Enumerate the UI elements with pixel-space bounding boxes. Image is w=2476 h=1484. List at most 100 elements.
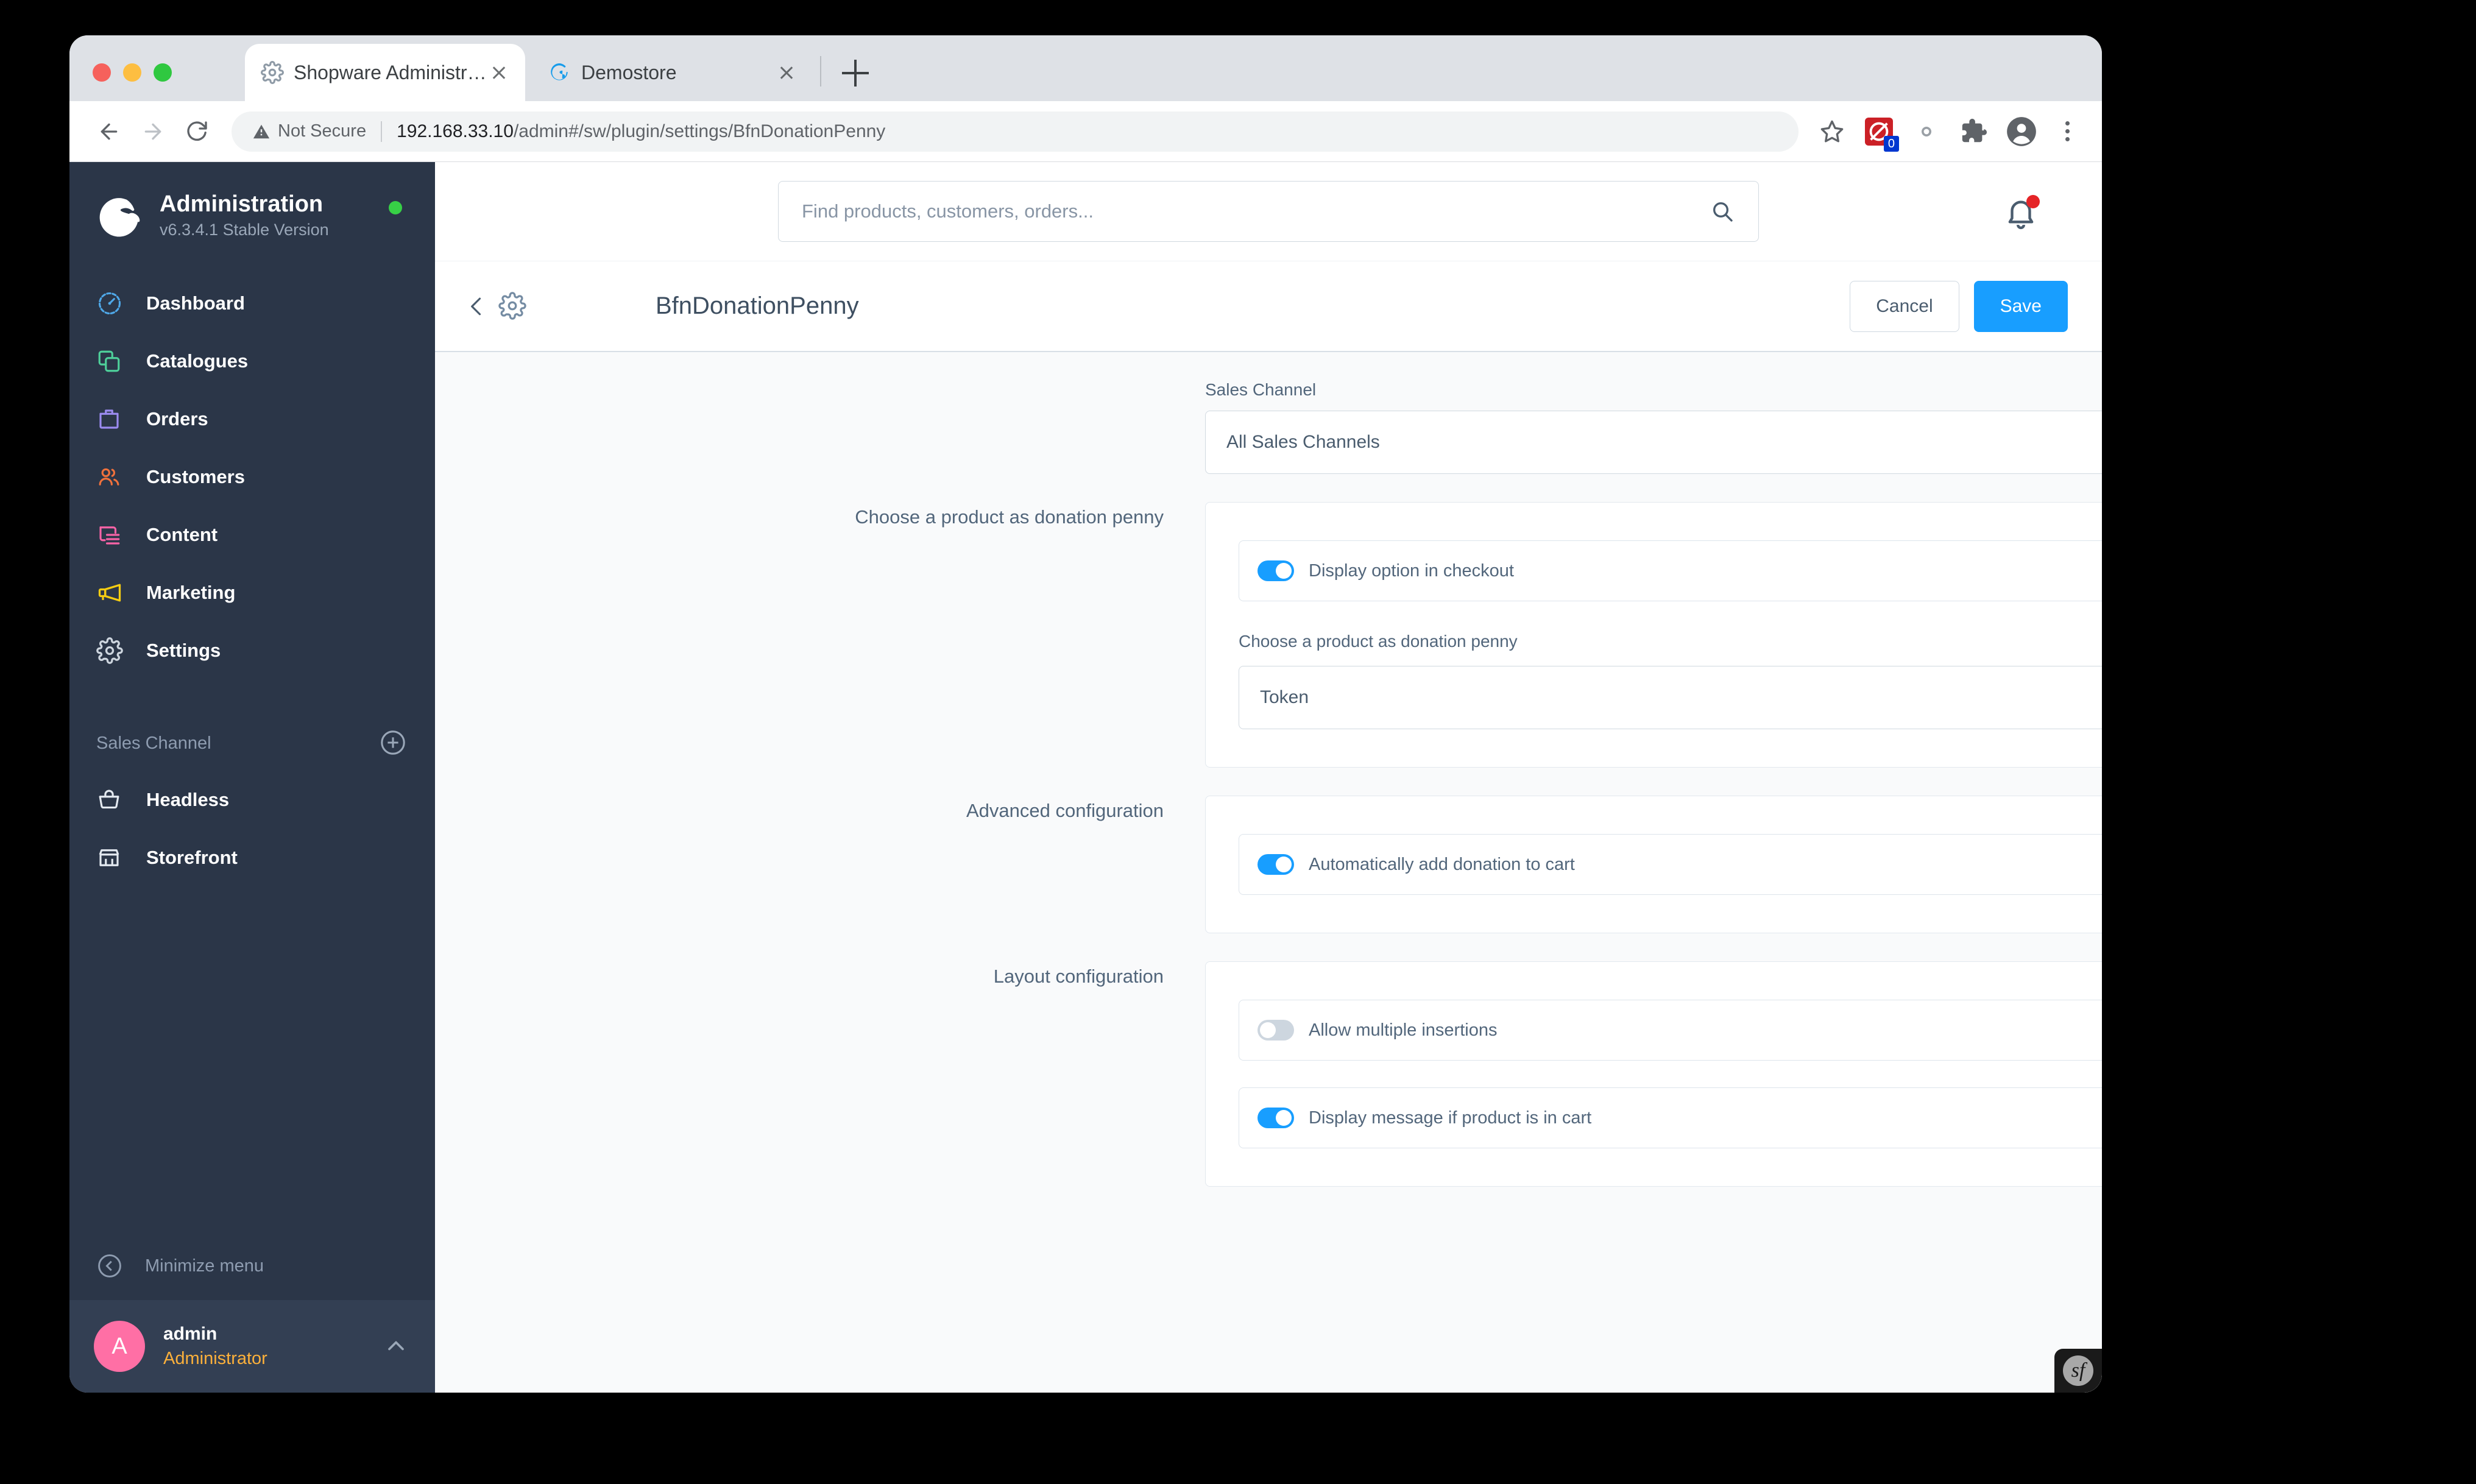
sidebar-item-label: Marketing <box>146 581 236 603</box>
sales-channel-select[interactable]: All Sales Channels <box>1205 411 2102 474</box>
form-section-layout-configuration: Layout configuration Allow multiple inse… <box>435 961 2102 1187</box>
tab-divider <box>820 56 821 87</box>
toggle-label: Allow multiple insertions <box>1309 1020 1498 1040</box>
shopware-logo-icon <box>96 192 144 239</box>
puzzle-extensions-icon[interactable] <box>1958 116 1990 147</box>
content-icon <box>96 522 133 548</box>
close-icon[interactable] <box>776 62 797 83</box>
sidebar-item-headless[interactable]: Headless <box>69 771 435 829</box>
sidebar-item-content[interactable]: Content <box>69 506 435 564</box>
speedometer-icon <box>96 290 133 317</box>
section-card: Display option in checkout ? Choose a pr… <box>1205 502 2102 768</box>
minimize-window-button[interactable] <box>123 63 141 82</box>
symfony-logo-icon: sf <box>2063 1355 2093 1386</box>
user-name: admin <box>163 1324 218 1344</box>
sales-channel-value: All Sales Channels <box>1226 432 1380 452</box>
address-bar[interactable]: Not Secure 192.168.33.10/admin#/sw/plugi… <box>232 111 1799 152</box>
copy-icon <box>96 348 133 374</box>
window-traffic-lights <box>93 63 172 82</box>
browser-tab-demostore[interactable]: Demostore <box>532 44 813 101</box>
shopware-logo-icon <box>548 61 571 84</box>
toggle-switch[interactable] <box>1257 560 1294 581</box>
notifications-button[interactable] <box>2003 195 2040 231</box>
gear-icon <box>261 61 284 84</box>
forward-icon[interactable] <box>134 113 172 150</box>
sidebar-item-catalogues[interactable]: Catalogues <box>69 332 435 390</box>
search-field-wrapper[interactable] <box>778 181 1759 242</box>
sidebar-item-label: Orders <box>146 408 208 429</box>
sidebar-item-storefront[interactable]: Storefront <box>69 829 435 886</box>
row-body: Allow multiple insertions ? Display mess… <box>1205 961 2102 1187</box>
megaphone-icon <box>96 579 133 606</box>
add-sales-channel-icon[interactable] <box>379 729 408 758</box>
form-section-advanced-configuration: Advanced configuration Automatically add… <box>435 796 2102 933</box>
bookmark-star-icon[interactable] <box>1814 114 1850 149</box>
screenshot-root: Shopware Administration Demostore Not Se… <box>0 0 2476 1484</box>
toggle-row-allow-multiple-insertions[interactable]: Allow multiple insertions ? <box>1239 1000 2102 1061</box>
security-label: Not Secure <box>278 121 367 141</box>
profile-avatar-icon[interactable] <box>2006 116 2037 147</box>
section-label: Layout configuration <box>993 966 1164 987</box>
settings-gear-icon[interactable] <box>1911 116 1942 147</box>
product-select[interactable]: Token <box>1239 666 2102 729</box>
section-card: Allow multiple insertions ? Display mess… <box>1205 961 2102 1187</box>
new-tab-button[interactable] <box>842 60 869 87</box>
section-label: Choose a product as donation penny <box>855 506 1164 528</box>
sidebar-item-marketing[interactable]: Marketing <box>69 564 435 621</box>
user-meta: admin Administrator <box>163 1322 383 1371</box>
cancel-button[interactable]: Cancel <box>1850 280 1959 332</box>
url-text: 192.168.33.10/admin#/sw/plugin/settings/… <box>397 121 885 142</box>
brand-version: v6.3.4.1 Stable Version <box>160 221 329 239</box>
chevron-left-icon[interactable] <box>463 293 490 320</box>
reload-icon[interactable] <box>178 113 216 150</box>
chevron-up-icon[interactable] <box>383 1332 411 1360</box>
browser-tabstrip: Shopware Administration Demostore <box>69 35 2102 101</box>
main-content: BfnDonationPenny Cancel Save Sales Chann… <box>435 162 2102 1393</box>
toggle-switch[interactable] <box>1257 1108 1294 1128</box>
toggle-row-display-message-if-product-is-in-cart[interactable]: Display message if product is in cart ? <box>1239 1087 2102 1148</box>
sidebar-item-dashboard[interactable]: Dashboard <box>69 274 435 332</box>
toggle-switch[interactable] <box>1257 1020 1294 1041</box>
security-status[interactable]: Not Secure <box>252 121 366 141</box>
user-account-row[interactable]: A admin Administrator <box>69 1300 435 1393</box>
toggle-row-automatically-add-donation-to-cart[interactable]: Automatically add donation to cart ? <box>1239 834 2102 895</box>
shopware-admin-app: Administration v6.3.4.1 Stable Version D… <box>69 162 2102 1393</box>
symfony-profiler-badge[interactable]: sf <box>2054 1349 2102 1393</box>
row-body: Sales Channel All Sales Channels <box>1205 380 2102 474</box>
toggle-switch[interactable] <box>1257 854 1294 875</box>
sidebar-item-orders[interactable]: Orders <box>69 390 435 448</box>
search-input[interactable] <box>801 200 1708 223</box>
page-header: BfnDonationPenny Cancel Save <box>435 261 2102 352</box>
close-icon[interactable] <box>489 62 509 83</box>
chevron-left-circle-icon <box>96 1253 129 1279</box>
sidebar-item-settings[interactable]: Settings <box>69 621 435 679</box>
sidebar: Administration v6.3.4.1 Stable Version D… <box>69 162 435 1393</box>
sidebar-nav: Dashboard Catalogues Orders Customers Co… <box>69 274 435 679</box>
store-icon <box>96 845 133 871</box>
magnifier-icon[interactable] <box>1708 197 1736 225</box>
status-indicator-dot <box>389 201 402 214</box>
row-body: Display option in checkout ? Choose a pr… <box>1205 502 2102 768</box>
ublock-origin-icon[interactable]: 0 <box>1863 116 1899 152</box>
extension-icons: 0 <box>1863 116 2081 152</box>
extension-badge-count: 0 <box>1883 135 1899 152</box>
minimize-menu-label: Minimize menu <box>145 1256 264 1276</box>
save-button[interactable]: Save <box>1973 280 2068 332</box>
minimize-menu-button[interactable]: Minimize menu <box>69 1232 435 1300</box>
back-icon[interactable] <box>90 113 128 150</box>
toggle-row-display-option-in-checkout[interactable]: Display option in checkout ? <box>1239 540 2102 601</box>
gear-icon[interactable] <box>498 291 528 321</box>
sidebar-item-customers[interactable]: Customers <box>69 448 435 506</box>
settings-form: Sales Channel All Sales Channels Choose … <box>435 352 2102 1393</box>
tab-title: Shopware Administration <box>294 61 489 83</box>
maximize-window-button[interactable] <box>154 63 172 82</box>
product-select-label: Choose a product as donation penny <box>1239 632 1518 651</box>
close-window-button[interactable] <box>93 63 111 82</box>
browser-menu-icon[interactable] <box>2053 118 2081 146</box>
browser-tab-shopware-administration[interactable]: Shopware Administration <box>245 44 525 101</box>
users-icon <box>96 464 133 490</box>
sidebar-brand[interactable]: Administration v6.3.4.1 Stable Version <box>69 162 435 247</box>
section-card: Automatically add donation to cart ? <box>1205 796 2102 933</box>
sales-channel-section-header: Sales Channel <box>69 716 435 771</box>
